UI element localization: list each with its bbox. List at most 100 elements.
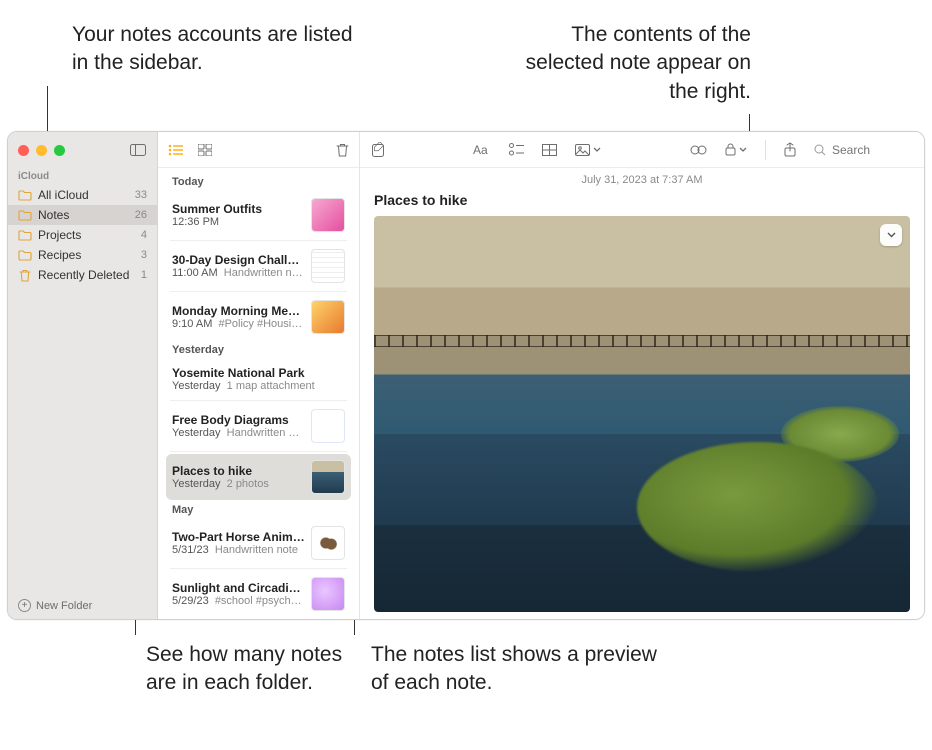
folder-icon xyxy=(18,209,32,221)
notes-group-label: Yesterday xyxy=(166,340,351,360)
lock-icon xyxy=(725,143,736,156)
note-item-title: Free Body Diagrams xyxy=(172,413,305,427)
note-list-item[interactable]: Sunlight and Circadian…5/29/23 #school #… xyxy=(166,571,351,617)
sidebar-item-count: 4 xyxy=(141,229,147,241)
chevron-down-icon xyxy=(593,147,601,152)
media-button[interactable] xyxy=(575,144,601,156)
sidebar-item-label: Notes xyxy=(38,208,129,222)
photo-icon xyxy=(575,144,590,156)
sidebar-folder-list: All iCloud33Notes26Projects4Recipes3Rece… xyxy=(8,184,157,592)
note-item-title: Summer Outfits xyxy=(172,202,305,216)
note-list-item[interactable]: Yosemite National ParkYesterday 1 map at… xyxy=(166,360,351,398)
checklist-button[interactable] xyxy=(509,143,524,156)
link-button[interactable] xyxy=(690,144,707,156)
note-list-item[interactable]: Places to hikeYesterday 2 photos xyxy=(166,454,351,500)
sidebar-item-all-icloud[interactable]: All iCloud33 xyxy=(8,185,157,205)
note-title[interactable]: Places to hike xyxy=(374,192,910,208)
link-icon xyxy=(690,144,707,156)
trash-icon xyxy=(18,269,32,281)
text-format-icon: Aa xyxy=(473,143,491,156)
list-view-button[interactable] xyxy=(168,144,184,156)
note-thumbnail xyxy=(311,249,345,283)
list-divider xyxy=(170,291,347,292)
lock-button[interactable] xyxy=(725,143,747,156)
sidebar-item-notes[interactable]: Notes 26 xyxy=(8,205,157,225)
note-thumbnail xyxy=(311,577,345,611)
note-item-title: Two-Part Horse Anima… xyxy=(172,530,305,544)
table-icon xyxy=(542,144,557,156)
sidebar-item-label: Recipes xyxy=(38,248,135,262)
sidebar-item-label: Recently Deleted xyxy=(38,268,135,282)
attachment-menu-button[interactable] xyxy=(880,224,902,246)
note-list-item[interactable]: Monday Morning Meeting9:10 AM #Policy #H… xyxy=(166,294,351,340)
sidebar-item-label: Projects xyxy=(38,228,135,242)
note-item-title: Monday Morning Meeting xyxy=(172,304,305,318)
share-button[interactable] xyxy=(784,142,796,157)
notes-group-label: Today xyxy=(166,172,351,192)
note-item-title: Yosemite National Park xyxy=(172,366,345,380)
svg-text:Aa: Aa xyxy=(473,143,488,156)
close-window-button[interactable] xyxy=(18,145,29,156)
table-button[interactable] xyxy=(542,144,557,156)
note-timestamp: July 31, 2023 at 7:37 AM xyxy=(374,174,910,186)
format-button[interactable]: Aa xyxy=(473,143,491,156)
folder-icon xyxy=(18,229,32,241)
new-folder-button[interactable]: + New Folder xyxy=(8,592,157,619)
note-thumbnail xyxy=(311,409,345,443)
note-list-item[interactable]: 30-Day Design Challen…11:00 AM Handwritt… xyxy=(166,243,351,289)
note-content-pane: Aa xyxy=(360,132,924,619)
callout-bottom-left: See how many notes are in each folder. xyxy=(146,641,346,698)
delete-note-button[interactable] xyxy=(336,143,349,157)
trash-icon xyxy=(336,143,349,157)
list-divider xyxy=(170,400,347,401)
note-item-title: 30-Day Design Challen… xyxy=(172,253,305,267)
sidebar-icon xyxy=(130,144,146,156)
list-divider xyxy=(170,451,347,452)
sidebar-item-recently-deleted[interactable]: Recently Deleted 1 xyxy=(8,265,157,285)
toggle-sidebar-button[interactable] xyxy=(129,141,147,159)
compose-button[interactable] xyxy=(372,142,387,157)
note-item-meta: Yesterday Handwritten note xyxy=(172,427,305,439)
notes-list-toolbar xyxy=(158,132,359,168)
share-icon xyxy=(784,142,796,157)
minimize-window-button[interactable] xyxy=(36,145,47,156)
note-item-meta: Yesterday 2 photos xyxy=(172,478,305,490)
search-icon xyxy=(814,144,826,156)
gallery-view-button[interactable] xyxy=(198,144,212,156)
note-item-meta: 5/31/23 Handwritten note xyxy=(172,544,305,556)
note-item-meta: 12:36 PM xyxy=(172,216,305,228)
list-divider xyxy=(170,568,347,569)
search-input[interactable] xyxy=(832,143,912,157)
note-item-meta: Yesterday 1 map attachment xyxy=(172,380,345,392)
notes-group-label: May xyxy=(166,500,351,520)
note-thumbnail xyxy=(311,198,345,232)
chevron-down-icon xyxy=(887,232,896,238)
note-item-meta: 9:10 AM #Policy #Housing… xyxy=(172,318,305,330)
sidebar-item-recipes[interactable]: Recipes3 xyxy=(8,245,157,265)
note-list-item[interactable]: Summer Outfits12:36 PM xyxy=(166,192,351,238)
note-body[interactable]: July 31, 2023 at 7:37 AM Places to hike xyxy=(360,168,924,619)
compose-icon xyxy=(372,142,387,157)
window-titlebar xyxy=(8,132,157,168)
sidebar-item-count: 26 xyxy=(135,209,147,221)
search-field[interactable] xyxy=(814,143,912,157)
zoom-window-button[interactable] xyxy=(54,145,65,156)
sidebar-section-label: iCloud xyxy=(8,168,157,184)
sidebar-item-count: 33 xyxy=(135,189,147,201)
sidebar-item-projects[interactable]: Projects 4 xyxy=(8,225,157,245)
folder-icon xyxy=(18,249,32,261)
note-attachment-photo[interactable] xyxy=(374,216,910,612)
sidebar: iCloud All iCloud33 Notes 26Projects 4 Recip… xyxy=(8,132,158,619)
note-item-title: Sunlight and Circadian… xyxy=(172,581,305,595)
list-icon xyxy=(168,144,184,156)
grid-icon xyxy=(198,144,212,156)
note-list-item[interactable]: Two-Part Horse Anima…5/31/23 Handwritten… xyxy=(166,520,351,566)
note-list-item[interactable]: Free Body DiagramsYesterday Handwritten … xyxy=(166,403,351,449)
plus-circle-icon: + xyxy=(18,599,31,612)
callout-bottom-right: The notes list shows a preview of each n… xyxy=(371,641,671,698)
sidebar-item-count: 1 xyxy=(141,269,147,281)
chevron-down-icon xyxy=(739,147,747,152)
content-toolbar: Aa xyxy=(360,132,924,168)
notes-list-body[interactable]: TodaySummer Outfits12:36 PM30-Day Design… xyxy=(158,168,359,619)
toolbar-divider xyxy=(765,140,766,160)
